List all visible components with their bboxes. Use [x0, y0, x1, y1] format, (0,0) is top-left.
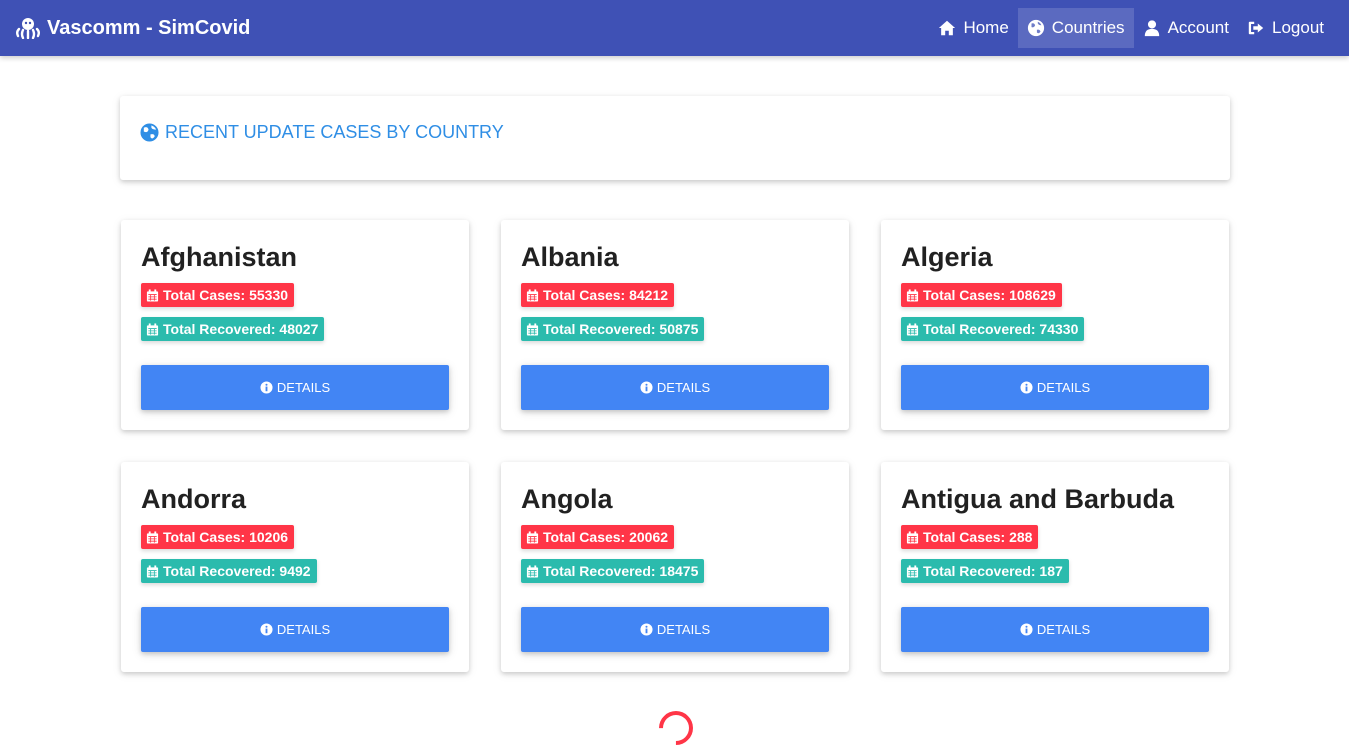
details-button[interactable]: DETAILS [141, 607, 449, 652]
calendar-icon [526, 564, 539, 578]
country-card-angola: Angola Total Cases: 20062 Total Recovere… [501, 462, 849, 672]
total-cases-badge: Total Cases: 288 [901, 525, 1039, 549]
total-cases-badge: Total Cases: 84212 [521, 283, 675, 307]
total-cases-text: Total Cases: 288 [923, 529, 1033, 545]
globe-icon [1027, 19, 1044, 37]
info-icon [1020, 381, 1033, 394]
total-cases-text: Total Cases: 55330 [163, 287, 289, 303]
calendar-icon [146, 288, 159, 302]
info-icon [640, 623, 653, 636]
total-cases-text: Total Cases: 20062 [543, 529, 669, 545]
total-recovered-badge: Total Recovered: 74330 [901, 317, 1085, 341]
total-cases-badge: Total Cases: 20062 [521, 525, 675, 549]
calendar-icon [906, 530, 919, 544]
navbar: Vascomm - SimCovid Home Countries Accoun… [0, 0, 1349, 56]
details-button[interactable]: DETAILS [521, 607, 829, 652]
spinner-icon [651, 703, 701, 752]
country-card-albania: Albania Total Cases: 84212 Total Recover… [501, 220, 849, 430]
total-cases-text: Total Cases: 108629 [923, 287, 1056, 303]
nav-item-label: Countries [1051, 18, 1125, 37]
info-icon [640, 381, 653, 394]
total-cases-text: Total Cases: 84212 [543, 287, 669, 303]
nav-item-label: Account [1167, 18, 1229, 37]
total-cases-text: Total Cases: 10206 [163, 529, 289, 545]
total-recovered-badge: Total Recovered: 18475 [521, 559, 705, 583]
country-card-antigua-and-barbuda: Antigua and Barbuda Total Cases: 288 Tot… [881, 462, 1229, 672]
total-recovered-badge: Total Recovered: 9492 [141, 559, 317, 583]
calendar-icon [146, 530, 159, 544]
details-button[interactable]: DETAILS [521, 365, 829, 410]
calendar-icon [526, 530, 539, 544]
country-card-andorra: Andorra Total Cases: 10206 Total Recover… [121, 462, 469, 672]
country-name: Afghanistan [141, 242, 298, 272]
total-recovered-text: Total Recovered: 187 [923, 563, 1063, 579]
brand-link[interactable]: Vascomm - SimCovid [15, 0, 250, 56]
calendar-icon [526, 288, 539, 302]
info-icon [260, 623, 273, 636]
brand-title: Vascomm - SimCovid [47, 16, 251, 39]
total-recovered-text: Total Recovered: 9492 [163, 563, 311, 579]
country-card-afghanistan: Afghanistan Total Cases: 55330 Total Rec… [121, 220, 469, 430]
home-icon [939, 20, 956, 36]
details-button-label: DETAILS [276, 622, 331, 637]
nav-item-logout[interactable]: Logout [1238, 8, 1333, 48]
country-name: Antigua and Barbuda [901, 484, 1175, 514]
page-title-text: RECENT UPDATE CASES BY COUNTRY [165, 122, 504, 142]
logout-icon [1248, 21, 1264, 35]
calendar-icon [906, 322, 919, 336]
total-recovered-text: Total Recovered: 74330 [923, 321, 1079, 337]
total-recovered-badge: Total Recovered: 48027 [141, 317, 325, 341]
details-button-label: DETAILS [1036, 380, 1091, 395]
total-cases-badge: Total Cases: 10206 [141, 525, 295, 549]
country-name: Albania [521, 242, 619, 272]
calendar-icon [526, 322, 539, 336]
total-recovered-text: Total Recovered: 48027 [163, 321, 319, 337]
calendar-icon [906, 288, 919, 302]
total-recovered-text: Total Recovered: 18475 [543, 563, 699, 579]
total-cases-badge: Total Cases: 55330 [141, 283, 295, 307]
main-nav: Home Countries Account Logout [929, 8, 1333, 48]
info-icon [1020, 623, 1033, 636]
calendar-icon [146, 322, 159, 336]
globe-icon [140, 123, 159, 142]
total-cases-badge: Total Cases: 108629 [901, 283, 1062, 307]
nav-item-home[interactable]: Home [929, 8, 1017, 48]
details-button[interactable]: DETAILS [141, 365, 449, 410]
country-card-algeria: Algeria Total Cases: 108629 Total Recove… [881, 220, 1229, 430]
total-recovered-badge: Total Recovered: 187 [901, 559, 1069, 583]
header-card: RECENT UPDATE CASES BY COUNTRY [120, 96, 1230, 180]
country-name: Algeria [901, 242, 993, 272]
nav-item-countries[interactable]: Countries [1017, 8, 1134, 48]
nav-item-label: Logout [1272, 18, 1324, 37]
details-button[interactable]: DETAILS [901, 365, 1209, 410]
calendar-icon [146, 564, 159, 578]
info-icon [260, 381, 273, 394]
page-title: RECENT UPDATE CASES BY COUNTRY [140, 122, 504, 143]
details-button-label: DETAILS [1036, 622, 1091, 637]
details-button-label: DETAILS [656, 380, 711, 395]
calendar-icon [906, 564, 919, 578]
total-recovered-badge: Total Recovered: 50875 [521, 317, 705, 341]
details-button-label: DETAILS [276, 380, 331, 395]
country-name: Angola [521, 484, 613, 514]
details-button-label: DETAILS [656, 622, 711, 637]
octopus-icon [16, 18, 40, 39]
nav-item-account[interactable]: Account [1134, 8, 1238, 48]
nav-item-label: Home [963, 18, 1009, 37]
user-icon [1144, 20, 1159, 37]
country-name: Andorra [141, 484, 247, 514]
total-recovered-text: Total Recovered: 50875 [543, 321, 699, 337]
details-button[interactable]: DETAILS [901, 607, 1209, 652]
